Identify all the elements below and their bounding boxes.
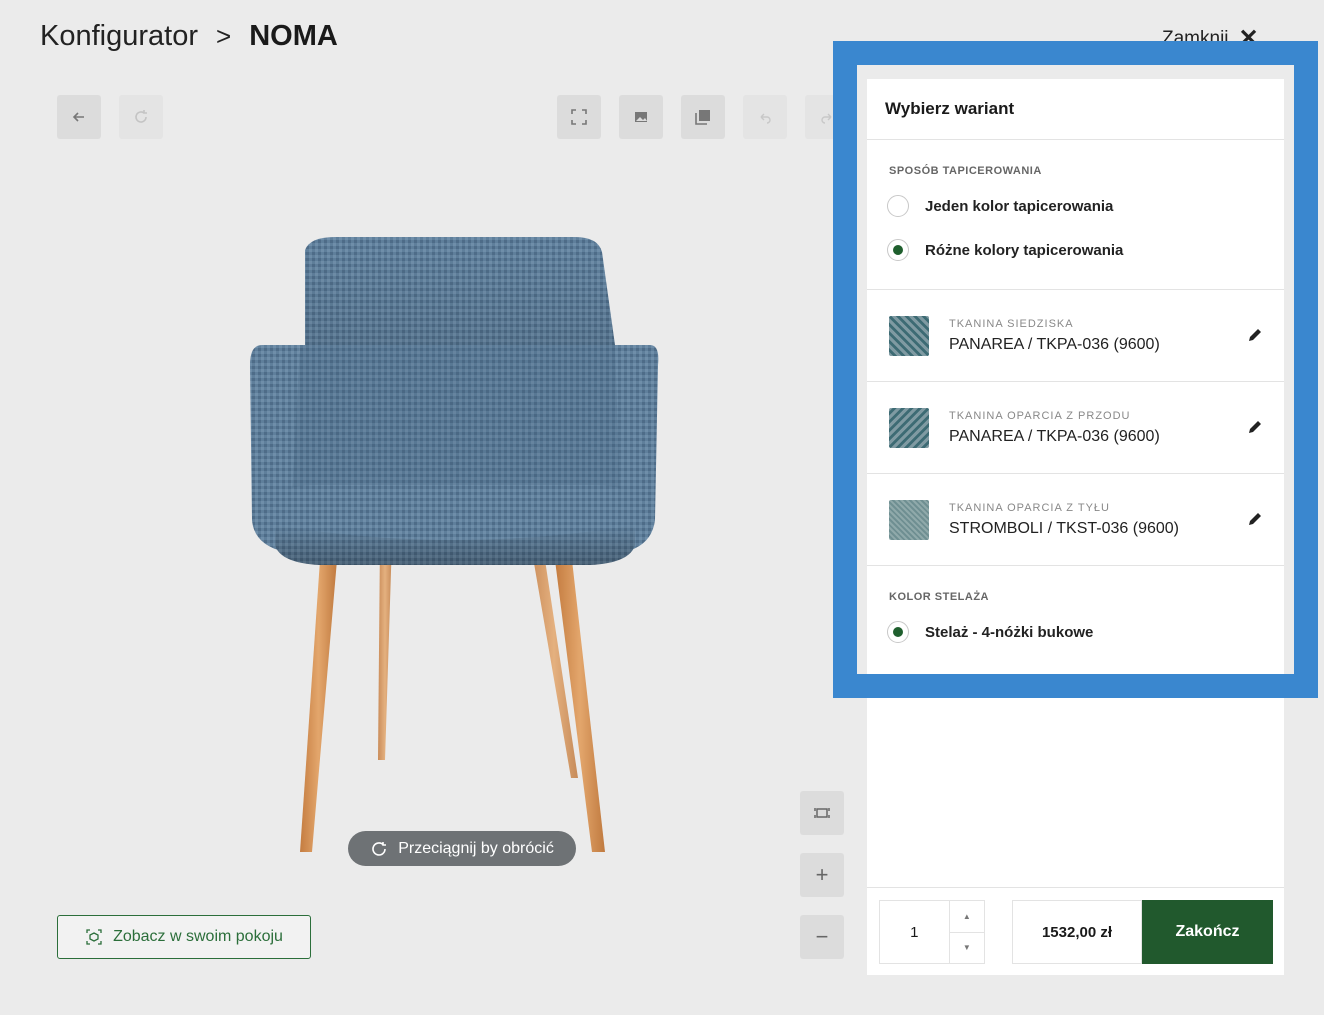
- option-single-color[interactable]: Jeden kolor tapicerowania: [887, 195, 1113, 217]
- breadcrumb-separator: >: [216, 21, 232, 51]
- fabric-back-rear[interactable]: TKANINA OPARCIA Z TYŁU STROMBOLI / TKST-…: [867, 474, 1284, 566]
- edit-pencil-icon[interactable]: [1246, 510, 1264, 528]
- reset-icon: [135, 110, 147, 123]
- close-button[interactable]: Zamknij ✕: [1162, 24, 1259, 53]
- option-label: Różne kolory tapicerowania: [925, 241, 1124, 259]
- edit-pencil-icon[interactable]: [1246, 326, 1264, 344]
- fabric-label: TKANINA SIEDZISKA: [949, 318, 1074, 330]
- fullscreen-icon: [571, 109, 587, 125]
- rotate-hint-label: Przeciągnij by obrócić: [398, 839, 554, 857]
- fit-view-icon: [814, 808, 830, 818]
- back-button[interactable]: [57, 95, 101, 139]
- fullscreen-button[interactable]: [557, 95, 601, 139]
- fit-view-button[interactable]: [800, 791, 844, 835]
- rotate-icon: [372, 841, 387, 856]
- view-in-room-label: Zobacz w swoim pokoju: [113, 928, 283, 945]
- edit-pencil-icon[interactable]: [1246, 418, 1264, 436]
- fabric-value: STROMBOLI / TKST-036 (9600): [949, 520, 1180, 537]
- reset-button[interactable]: [119, 95, 163, 139]
- fabric-swatch: [889, 316, 929, 356]
- quantity-value[interactable]: 1: [880, 901, 949, 963]
- redo-icon: [821, 113, 832, 124]
- fabric-back-front[interactable]: TKANINA OPARCIA Z PRZODU PANAREA / TKPA-…: [867, 382, 1284, 474]
- page-title: NOMA: [249, 20, 338, 52]
- price-display: 1532,00 zł: [1012, 900, 1142, 964]
- chair-body: [250, 237, 659, 565]
- fabric-label: TKANINA OPARCIA Z PRZODU: [949, 410, 1131, 422]
- breadcrumb: Konfigurator > NOMA: [40, 20, 338, 53]
- panel-title: Wybierz wariant: [867, 79, 1284, 140]
- order-footer: 1 ▲ ▼ 1532,00 zł Zakończ: [867, 887, 1284, 975]
- fabric-swatch: [889, 500, 929, 540]
- quantity-stepper[interactable]: 1 ▲ ▼: [879, 900, 985, 964]
- upholstery-label: SPOSÓB TAPICEROWANIA: [889, 165, 1042, 177]
- image-icon: [635, 112, 647, 122]
- product-3d-viewer[interactable]: [0, 150, 860, 890]
- quantity-up-icon[interactable]: ▲: [949, 901, 984, 933]
- upholstery-section: SPOSÓB TAPICEROWANIA Jeden kolor tapicer…: [867, 140, 1284, 290]
- option-label: Stelaż - 4-nóżki bukowe: [925, 623, 1094, 641]
- option-label: Jeden kolor tapicerowania: [925, 197, 1114, 215]
- fabric-value: PANAREA / TKPA-036 (9600): [949, 336, 1160, 353]
- option-multi-color[interactable]: Różne kolory tapicerowania: [887, 239, 1123, 261]
- pdf-button[interactable]: [681, 95, 725, 139]
- undo-button[interactable]: [743, 95, 787, 139]
- rotate-hint: Przeciągnij by obrócić: [348, 831, 576, 866]
- image-button[interactable]: [619, 95, 663, 139]
- fabric-seat[interactable]: TKANINA SIEDZISKA PANAREA / TKPA-036 (96…: [867, 290, 1284, 382]
- breadcrumb-root[interactable]: Konfigurator: [40, 20, 198, 53]
- zoom-out-button[interactable]: −: [800, 915, 844, 959]
- back-arrow-icon: [72, 112, 84, 122]
- pdf-icon: [695, 110, 710, 125]
- chair-legs: [300, 540, 605, 852]
- fabric-swatch: [889, 408, 929, 448]
- radio-button[interactable]: [887, 195, 909, 217]
- finish-button[interactable]: Zakończ: [1142, 900, 1273, 964]
- radio-button-selected[interactable]: [887, 621, 909, 643]
- option-frame[interactable]: Stelaż - 4-nóżki bukowe: [887, 621, 1093, 643]
- close-icon: ✕: [1238, 25, 1259, 52]
- frame-section: KOLOR STELAŻA Stelaż - 4-nóżki bukowe: [867, 566, 1284, 676]
- fabric-value: PANAREA / TKPA-036 (9600): [949, 428, 1160, 445]
- frame-label: KOLOR STELAŻA: [889, 591, 989, 603]
- undo-icon: [760, 113, 771, 124]
- quantity-down-icon[interactable]: ▼: [950, 933, 984, 964]
- redo-button[interactable]: [805, 95, 849, 139]
- fabric-label: TKANINA OPARCIA Z TYŁU: [949, 502, 1110, 514]
- ar-cube-icon: [86, 929, 102, 945]
- close-label: Zamknij: [1162, 27, 1229, 49]
- zoom-in-button[interactable]: +: [800, 853, 844, 897]
- variant-panel: Wybierz wariant SPOSÓB TAPICEROWANIA Jed…: [867, 79, 1284, 975]
- view-in-room-button[interactable]: Zobacz w swoim pokoju: [57, 915, 311, 959]
- radio-button-selected[interactable]: [887, 239, 909, 261]
